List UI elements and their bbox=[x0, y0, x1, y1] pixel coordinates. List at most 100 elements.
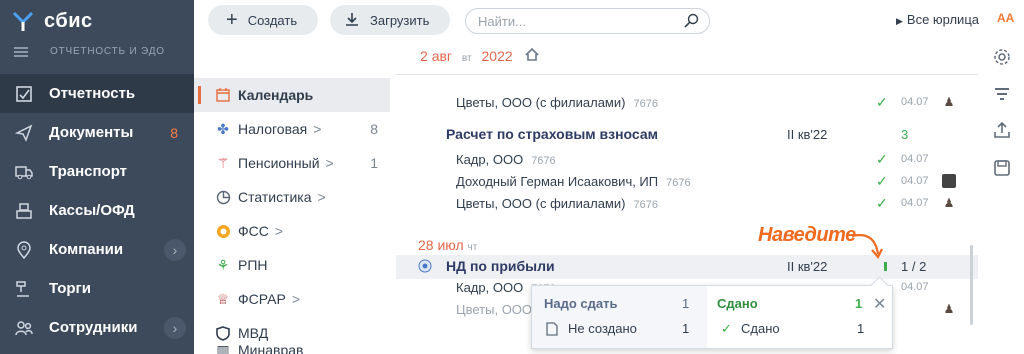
filter-icon[interactable] bbox=[992, 84, 1014, 106]
report-group[interactable]: Расчет по страховым взносам II кв'22 3 bbox=[396, 123, 978, 147]
list-item[interactable]: Доходный Герман Исаакович, ИП 7676 ✓ 04.0… bbox=[396, 170, 978, 192]
callout-text: Наведите bbox=[758, 224, 856, 246]
pension-icon: ⚚ bbox=[216, 154, 230, 171]
category-rpn[interactable]: ⚘ РПН bbox=[194, 248, 390, 282]
sbis-logo-icon bbox=[12, 10, 34, 32]
create-label: Создать bbox=[247, 12, 298, 28]
close-icon[interactable]: ✕ bbox=[873, 294, 886, 314]
avatar: ♟ bbox=[943, 196, 955, 210]
category-calendar[interactable]: Календарь bbox=[194, 78, 390, 112]
search-icon[interactable] bbox=[683, 13, 699, 32]
date-header: 2 авг вт 2022 bbox=[420, 47, 539, 64]
category-pension[interactable]: ⚚ Пенсионный > 1 bbox=[194, 146, 390, 180]
org-name: Кадр, ООО bbox=[456, 151, 524, 167]
done-item-count: 1 bbox=[857, 321, 865, 336]
category-nav: Календарь ✤ Налоговая > 8 ⚚ Пенсионный >… bbox=[194, 74, 390, 354]
sidebar-item-tenders[interactable]: Торги bbox=[0, 269, 194, 308]
category-fsrar[interactable]: ♕ ФСРАР > bbox=[194, 282, 390, 316]
sidebar-item-transport[interactable]: Транспорт bbox=[0, 152, 194, 191]
search-box[interactable] bbox=[465, 8, 710, 34]
category-label: ФСРАР bbox=[238, 291, 286, 307]
sidebar-item-label: Кассы/ОФД bbox=[49, 202, 135, 219]
upload-label: Загрузить bbox=[370, 12, 430, 28]
org-name: Цветы, ООО (с филиалами) bbox=[456, 195, 626, 211]
list-item[interactable]: Цветы, ООО (с филиалами) 7676 ✓ 04.07 ♟ bbox=[396, 91, 978, 113]
create-button[interactable]: + Создать bbox=[208, 5, 318, 35]
org-inn: 7676 bbox=[531, 154, 556, 167]
date-subheader: 28 июл чт bbox=[418, 237, 477, 253]
category-label: ФСС bbox=[238, 223, 269, 239]
not-created-count: 1 bbox=[682, 321, 690, 336]
expand-arrow-icon[interactable]: › bbox=[164, 316, 186, 339]
done-item-label[interactable]: Сдано bbox=[741, 321, 780, 336]
sidebar-item-employees[interactable]: Сотрудники › bbox=[0, 308, 194, 347]
report-count[interactable]: 1 / 2 bbox=[901, 259, 926, 274]
category-label: Пенсионный bbox=[238, 155, 320, 171]
org-inn: 7676 bbox=[666, 176, 691, 189]
export-icon[interactable] bbox=[992, 120, 1014, 142]
report-title: Расчет по страховым взносам bbox=[446, 126, 659, 142]
date-month: авг bbox=[431, 48, 453, 64]
expand-arrow-icon[interactable]: › bbox=[164, 238, 186, 261]
chevron-right-icon: > bbox=[313, 121, 322, 137]
upload-button[interactable]: Загрузить bbox=[330, 5, 450, 35]
all-orgs-filter[interactable]: ▶ Все юрлица bbox=[896, 12, 979, 27]
truck-icon bbox=[14, 162, 34, 182]
check-icon: ✓ bbox=[876, 172, 888, 189]
check-icon: ✓ bbox=[876, 150, 888, 167]
need-count: 1 bbox=[682, 296, 690, 311]
building-icon: ▥ bbox=[216, 341, 230, 354]
submit-date: 04.07 bbox=[901, 281, 929, 293]
chevron-right-icon: > bbox=[325, 155, 334, 171]
popup-need-column: Надо сдать 1 Не создано 1 bbox=[532, 286, 707, 348]
gear-icon[interactable] bbox=[992, 47, 1014, 69]
category-label: МВД bbox=[238, 325, 269, 341]
save-icon[interactable] bbox=[992, 158, 1014, 180]
category-statistics[interactable]: Статистика > bbox=[194, 180, 390, 214]
sidebar-item-label: Отчетность bbox=[49, 85, 136, 102]
people-icon bbox=[14, 318, 34, 338]
menu-icon[interactable] bbox=[14, 46, 28, 57]
category-fss[interactable]: ФСС > bbox=[194, 214, 390, 248]
shield-icon bbox=[214, 325, 232, 341]
goblet-icon: ♕ bbox=[216, 290, 230, 307]
search-input[interactable] bbox=[478, 14, 678, 29]
chevron-right-icon: > bbox=[291, 291, 301, 307]
avatar: ♟ bbox=[943, 302, 955, 316]
need-label: Надо сдать bbox=[544, 296, 618, 311]
date-dow: вт bbox=[461, 53, 472, 64]
app-logo[interactable]: сбис bbox=[12, 9, 93, 33]
category-more[interactable]: ▥ Минаврав bbox=[194, 340, 390, 354]
sidebar-item-label: Транспорт bbox=[49, 163, 128, 180]
report-period: II кв'22 bbox=[787, 127, 828, 142]
avatar: ♟ bbox=[943, 95, 955, 109]
home-icon[interactable] bbox=[524, 47, 539, 64]
hover-callout: Наведите bbox=[758, 224, 883, 259]
check-icon: ✓ bbox=[876, 93, 888, 110]
category-tax[interactable]: ✤ Налоговая > 8 bbox=[194, 112, 390, 146]
date-year: 2022 bbox=[481, 48, 513, 64]
sidebar-item-documents[interactable]: Документы 8 bbox=[0, 113, 194, 152]
sidebar-item-label: Компании bbox=[49, 241, 124, 258]
category-label: Статистика bbox=[238, 189, 312, 205]
sidebar-item-reporting[interactable]: Отчетность bbox=[0, 74, 194, 113]
font-size-toggle[interactable]: AA bbox=[997, 11, 1014, 25]
org-inn: 7676 bbox=[633, 198, 658, 211]
upload-icon bbox=[344, 11, 360, 30]
sidebar-item-label: Сотрудники bbox=[49, 319, 138, 336]
sidebar: сбис ОТЧЕТНОСТЬ И ЭДО Отчетность Докумен… bbox=[0, 0, 194, 354]
scrollbar[interactable] bbox=[970, 245, 973, 325]
list-item[interactable]: Кадр, ООО 7676 ✓ 04.07 bbox=[396, 148, 978, 170]
tax-emblem-icon bbox=[418, 259, 432, 276]
not-created-label[interactable]: Не создано bbox=[568, 321, 637, 336]
submit-date: 04.07 bbox=[901, 197, 929, 209]
list-item[interactable]: Цветы, ООО (с филиалами) 7676 ✓ 04.07 ♟ bbox=[396, 192, 978, 214]
sidebar-item-companies[interactable]: Компании › bbox=[0, 230, 194, 269]
done-label: Сдано bbox=[717, 296, 758, 311]
fss-icon bbox=[214, 224, 232, 239]
sidebar-item-cash-registers[interactable]: Кассы/ОФД bbox=[0, 191, 194, 230]
paper-plane-icon bbox=[14, 123, 34, 143]
sidebar-item-label: Торги bbox=[49, 280, 92, 297]
submit-date: 04.07 bbox=[901, 175, 929, 187]
report-title: НД по прибыли bbox=[446, 258, 555, 274]
